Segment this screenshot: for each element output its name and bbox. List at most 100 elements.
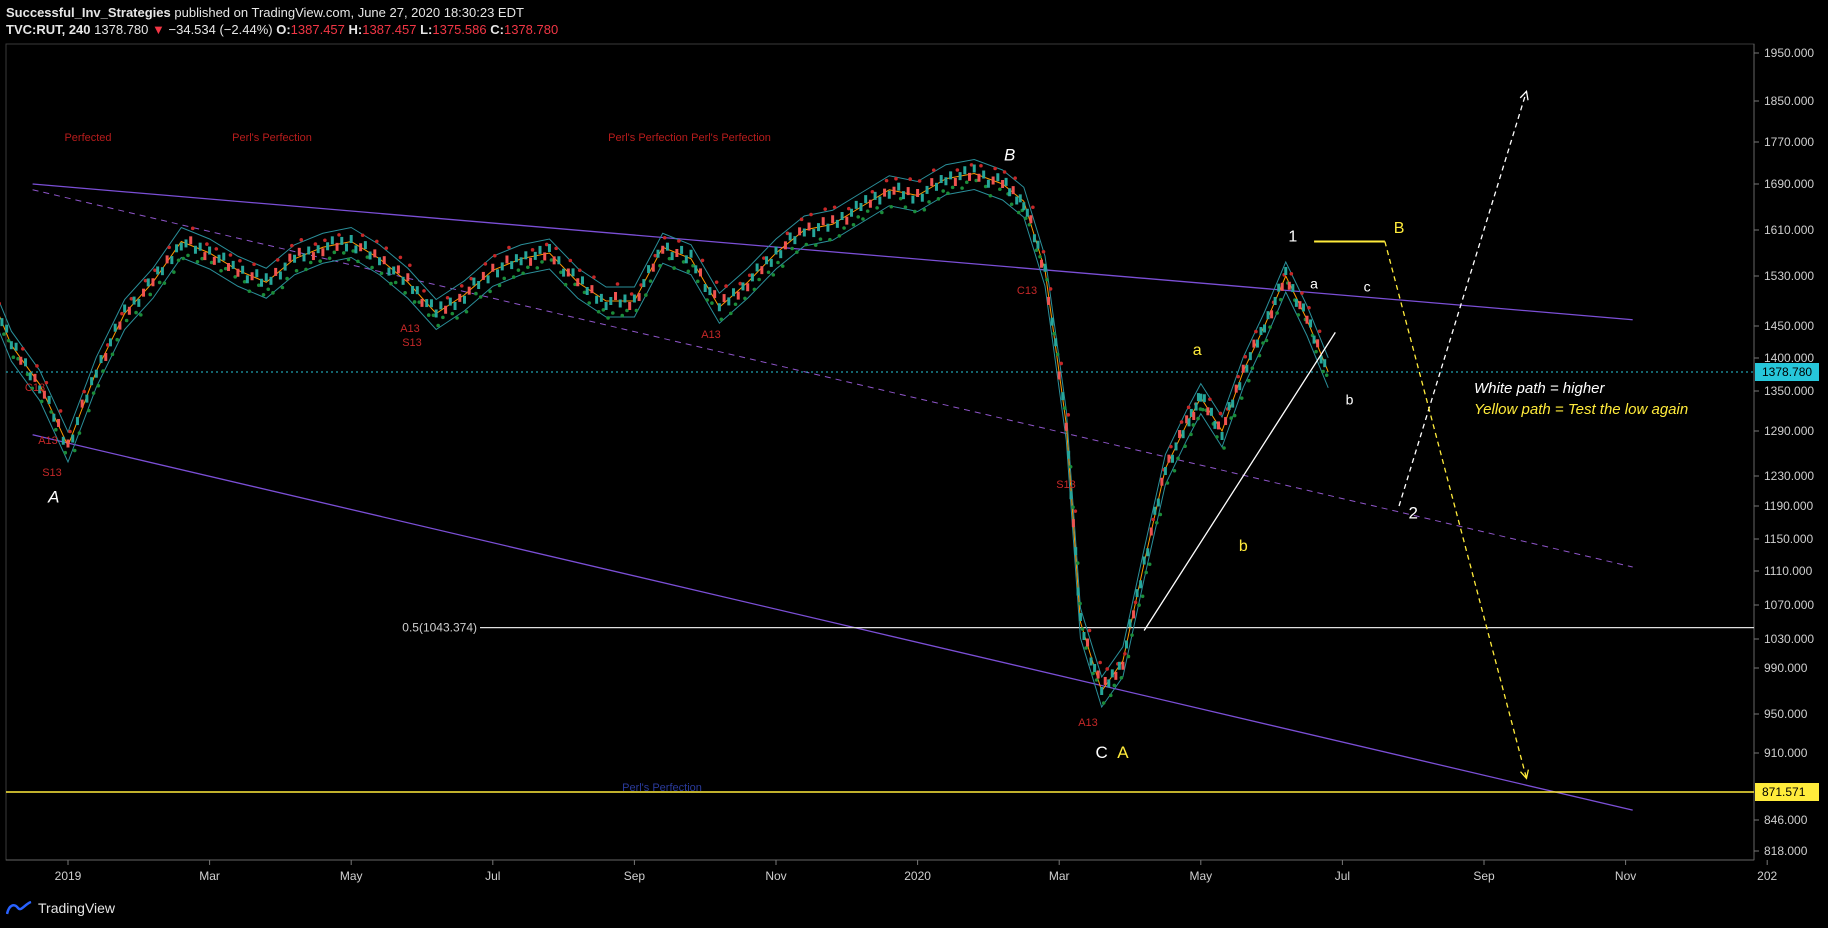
candle	[1146, 548, 1150, 557]
candle	[24, 358, 28, 367]
green-dot	[780, 264, 785, 268]
candle	[958, 172, 962, 181]
candle	[901, 191, 905, 200]
candle	[57, 418, 61, 427]
candle	[1273, 297, 1277, 305]
candle	[665, 242, 669, 251]
candle	[1301, 303, 1305, 312]
green-dot	[318, 259, 322, 263]
candle	[632, 294, 636, 303]
candle	[920, 193, 924, 202]
green-dot	[49, 410, 53, 414]
green-dot	[1147, 562, 1152, 567]
candle	[179, 242, 183, 251]
green-dot	[2, 332, 6, 336]
tradingview-logo[interactable]: TradingView	[6, 900, 115, 916]
green-dot	[903, 205, 908, 209]
green-dot	[1009, 202, 1014, 207]
green-dot	[341, 251, 346, 255]
candle	[1069, 491, 1073, 500]
candle	[66, 439, 70, 448]
green-dot	[115, 337, 119, 342]
candle	[533, 251, 537, 260]
green-dot	[1257, 353, 1262, 358]
green-dot	[766, 270, 771, 275]
green-dot	[219, 268, 223, 273]
wave-label: C	[1096, 743, 1108, 762]
green-dot	[1144, 570, 1148, 575]
plot-area	[5, 43, 1755, 861]
green-dot	[795, 250, 799, 254]
green-dot	[63, 450, 68, 455]
y-tick-label: 1350.000	[1764, 384, 1814, 398]
tradingview-logo-icon	[6, 901, 32, 915]
td-count-label: S13	[402, 337, 422, 349]
red-dot	[190, 226, 195, 231]
candle	[599, 293, 603, 302]
green-dot	[488, 289, 492, 294]
red-dot	[1123, 651, 1127, 656]
green-dot	[648, 279, 653, 283]
candle	[864, 195, 868, 204]
candle	[401, 276, 405, 285]
green-dot	[195, 259, 200, 264]
candle	[1227, 402, 1231, 411]
y-tick-label: 950.000	[1764, 707, 1808, 721]
candle	[496, 269, 500, 278]
green-dot	[686, 269, 691, 274]
green-dot	[1264, 338, 1269, 343]
red-dot	[809, 212, 813, 217]
candle	[1149, 527, 1153, 536]
x-tick-label: Jul	[485, 869, 500, 883]
y-tick-label: 1850.000	[1764, 94, 1814, 108]
candle	[755, 263, 759, 272]
candle	[689, 249, 693, 258]
candle	[675, 249, 679, 257]
candle	[231, 260, 235, 269]
y-tick-label: 1610.000	[1764, 223, 1814, 237]
candle	[184, 239, 188, 248]
green-dot	[563, 282, 568, 287]
green-dot	[1068, 464, 1073, 469]
red-dot	[398, 255, 403, 260]
candle	[1047, 296, 1051, 305]
candle	[335, 242, 339, 251]
candle	[467, 286, 471, 295]
x-tick-label: Sep	[1473, 869, 1495, 883]
green-dot	[695, 279, 700, 284]
green-dot	[1296, 313, 1301, 317]
candle	[1114, 671, 1118, 680]
candle	[1128, 619, 1132, 628]
red-dot	[1218, 411, 1223, 416]
candle	[47, 395, 51, 404]
green-dot	[1078, 601, 1082, 606]
td-count-label: C13	[25, 382, 45, 394]
green-dot	[1034, 248, 1039, 253]
candle	[647, 265, 651, 274]
candle	[1032, 234, 1036, 243]
green-dot	[511, 275, 516, 279]
candle	[746, 283, 750, 292]
candle	[382, 256, 386, 265]
green-dot	[502, 276, 507, 281]
green-dot	[1071, 505, 1075, 510]
price-chart[interactable]: 818.000 846.000 910.000 950.000 990.000 1030.…	[0, 0, 1828, 928]
green-dot	[733, 302, 738, 307]
green-dot	[497, 283, 502, 288]
green-dot	[1196, 416, 1200, 421]
green-dot	[346, 257, 351, 262]
candle	[283, 262, 287, 271]
candle	[123, 304, 127, 313]
candle	[765, 256, 769, 265]
candle	[477, 281, 481, 289]
candle	[71, 434, 75, 443]
green-dot	[308, 260, 313, 265]
candle	[453, 302, 457, 310]
candle	[585, 287, 589, 295]
red-dot	[1151, 517, 1156, 522]
green-dot	[634, 308, 639, 313]
red-dot	[1002, 170, 1007, 174]
red-dot	[228, 253, 233, 257]
y-tick-label: 1190.000	[1764, 499, 1813, 513]
candle	[1156, 498, 1160, 507]
